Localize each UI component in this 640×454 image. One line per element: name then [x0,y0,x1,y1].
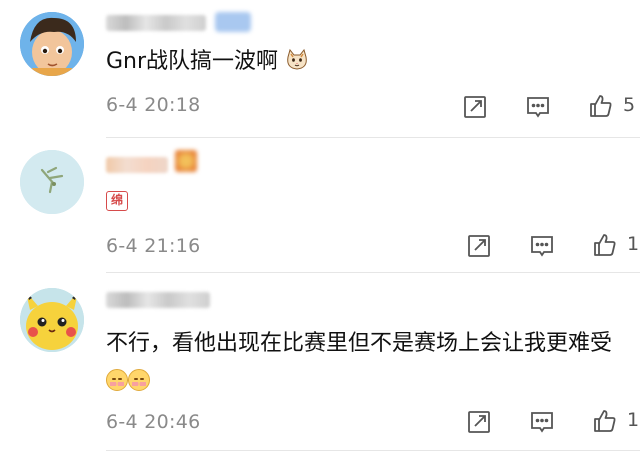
comment-item: 不行，看他出现在比赛里但不是赛场上会让我更难受 6-4 20:46 1 [0,272,640,454]
vip-badge-blurred [215,12,251,32]
like-count: 1 [627,233,640,255]
share-icon[interactable] [466,409,492,435]
comment-text: 不行，看他出现在比赛里但不是赛场上会让我更难受 [106,325,626,401]
thumbs-up-icon[interactable] [588,93,614,119]
avatar[interactable] [20,150,84,214]
thumbs-up-icon[interactable] [592,232,618,258]
comment-text: Gnr战队搞一波啊 [106,45,309,79]
avatar[interactable] [20,288,84,352]
comment-timestamp: 6-4 21:16 [106,235,201,257]
username-blurred[interactable] [106,15,206,31]
comment-item: Gnr战队搞一波啊 6-4 20:18 5 [0,0,640,140]
like-count: 5 [623,94,636,116]
blush-face-icon [106,369,128,391]
avatar[interactable] [20,12,84,76]
vip-badge-blurred [175,150,197,172]
like-count: 1 [627,409,640,431]
username-blurred[interactable] [106,157,168,173]
medal-badge-label: 绵 [110,193,123,207]
comment-text-content: 不行，看他出现在比赛里但不是赛场上会让我更难受 [106,331,613,356]
blush-face-icon [128,369,150,391]
comment-icon[interactable] [529,233,555,259]
comment-text-content: Gnr战队搞一波啊 [106,49,279,74]
divider [106,450,640,451]
comment-icon[interactable] [529,409,555,435]
comment-item: 绵 6-4 21:16 1 [0,140,640,273]
medal-badge: 绵 [106,191,128,211]
share-icon[interactable] [462,94,488,120]
comment-icon[interactable] [525,94,551,120]
username-blurred[interactable] [106,292,210,308]
comment-timestamp: 6-4 20:46 [106,411,201,433]
thumbs-up-icon[interactable] [592,408,618,434]
share-icon[interactable] [466,233,492,259]
comment-timestamp: 6-4 20:18 [106,94,201,116]
divider [106,137,640,138]
cat-face-icon [285,48,309,72]
